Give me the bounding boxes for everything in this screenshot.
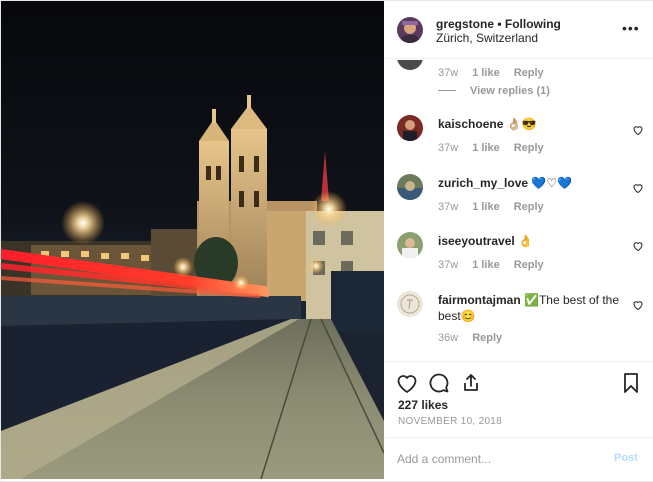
- like-count[interactable]: 227 likes: [398, 398, 448, 412]
- comment-username[interactable]: kaischoene: [438, 117, 503, 131]
- post-comment-button[interactable]: Post: [614, 452, 638, 464]
- comment-likes[interactable]: 1 like: [472, 259, 500, 271]
- author-line: gregstone • Following: [436, 17, 561, 31]
- instagram-post: gregstone • Following Zürich, Switzerlan…: [0, 0, 653, 482]
- comment-age: 36w: [438, 332, 459, 344]
- comment-likes[interactable]: 1 like: [472, 67, 500, 79]
- commenter-avatar[interactable]: [397, 174, 423, 200]
- post-photo[interactable]: [1, 1, 384, 479]
- add-comment-bar: Post: [385, 437, 653, 481]
- comment-text: zurich_my_love 💙♡💙: [438, 175, 626, 191]
- comment-icon[interactable]: [427, 371, 451, 395]
- share-icon[interactable]: [459, 371, 483, 395]
- post-location[interactable]: Zürich, Switzerland: [436, 31, 538, 45]
- comment-text: iseeyoutravel 👌: [438, 233, 626, 249]
- comment-age: 37w: [438, 67, 459, 79]
- reply-button[interactable]: Reply: [514, 259, 544, 271]
- reply-button[interactable]: Reply: [514, 201, 544, 213]
- reply-button[interactable]: Reply: [472, 332, 502, 344]
- comment-age: 37w: [438, 142, 459, 154]
- author-username[interactable]: gregstone: [436, 17, 494, 31]
- bookmark-icon[interactable]: [619, 371, 643, 395]
- comment-meta: 37w 1 like Reply: [438, 142, 558, 154]
- heart-icon[interactable]: [395, 371, 419, 395]
- partial-comment-avatar[interactable]: [397, 60, 423, 70]
- commenter-avatar[interactable]: [397, 115, 423, 141]
- more-options-icon[interactable]: •••: [622, 21, 644, 35]
- comment-body: 👌🏼😎: [506, 117, 537, 131]
- post-date: NOVEMBER 10, 2018: [398, 416, 503, 427]
- comment-likes[interactable]: 1 like: [472, 142, 500, 154]
- reply-button[interactable]: Reply: [514, 142, 544, 154]
- post-actions: 227 likes NOVEMBER 10, 2018: [385, 361, 653, 435]
- comment-likes[interactable]: 1 like: [472, 201, 500, 213]
- header-separator: •: [494, 17, 505, 31]
- comment-like-heart-icon[interactable]: [632, 239, 644, 252]
- zurich-night-photo: [1, 1, 384, 479]
- comment-meta: 37w 1 like Reply: [438, 259, 558, 271]
- reply-button[interactable]: Reply: [514, 67, 544, 79]
- commenter-avatar[interactable]: [397, 232, 423, 258]
- post-details-pane: gregstone • Following Zürich, Switzerlan…: [385, 1, 653, 481]
- commenter-avatar[interactable]: [397, 291, 423, 317]
- comment-like-heart-icon[interactable]: [632, 123, 644, 136]
- view-replies-line: [438, 90, 456, 91]
- comment-like-heart-icon[interactable]: [632, 298, 644, 311]
- comment-body: 👌: [518, 234, 534, 248]
- comment-age: 37w: [438, 201, 459, 213]
- comment-text: kaischoene 👌🏼😎: [438, 116, 626, 132]
- author-avatar[interactable]: [397, 17, 423, 43]
- comment-username[interactable]: fairmontajman: [438, 293, 521, 307]
- comment-text: fairmontajman ✅The best of the best😊: [438, 292, 626, 324]
- comment-username[interactable]: zurich_my_love: [438, 176, 528, 190]
- post-header: gregstone • Following Zürich, Switzerlan…: [385, 1, 653, 59]
- comment-age: 37w: [438, 259, 459, 271]
- view-replies-button[interactable]: View replies (1): [470, 85, 550, 97]
- comment-meta: 36w Reply: [438, 332, 516, 344]
- comment-username[interactable]: iseeyoutravel: [438, 234, 515, 248]
- comment-meta: 37w 1 like Reply: [438, 201, 558, 213]
- comment-like-heart-icon[interactable]: [632, 181, 644, 194]
- partial-comment-meta: 37w 1 like Reply: [438, 67, 558, 79]
- comments-list[interactable]: 37w 1 like Reply View replies (1) kaischoe…: [385, 60, 653, 360]
- comment-body: 💙♡💙: [531, 176, 573, 190]
- comment-input[interactable]: [397, 450, 597, 468]
- following-status[interactable]: Following: [505, 17, 561, 31]
